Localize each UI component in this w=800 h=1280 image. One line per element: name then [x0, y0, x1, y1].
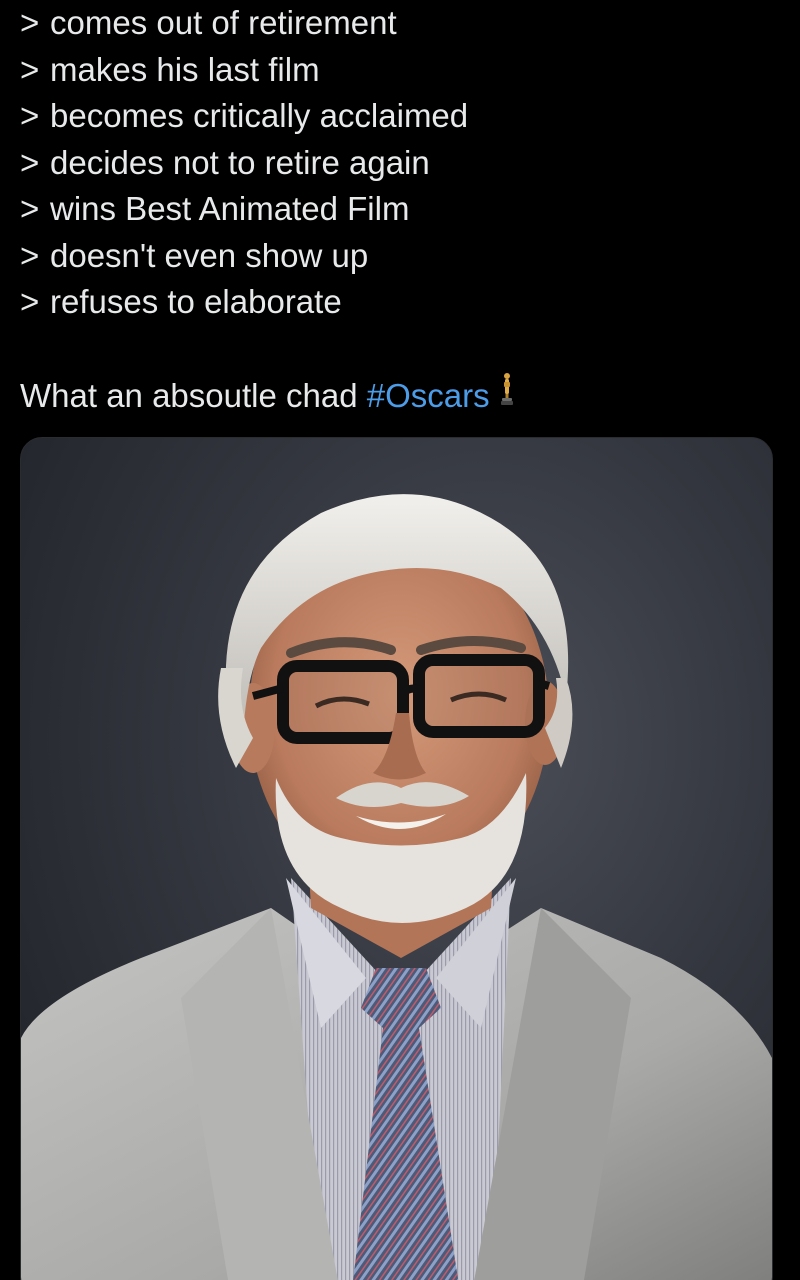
greentext-line: > decides not to retire again — [20, 140, 780, 187]
greentext-prefix: > — [20, 97, 40, 134]
greentext-line: > wins Best Animated Film — [20, 186, 780, 233]
portrait-photo — [21, 494, 772, 1280]
hashtag-link[interactable]: #Oscars — [367, 377, 490, 414]
oscar-statuette-icon — [500, 372, 514, 417]
greentext-text: becomes critically acclaimed — [50, 97, 469, 134]
caption-text: What an absoutle chad — [20, 377, 358, 414]
tweet-text: > comes out of retirement > makes his last… — [20, 0, 780, 326]
greentext-line: > becomes critically acclaimed — [20, 93, 780, 140]
tweet-caption: What an absoutle chad #Oscars — [20, 372, 514, 421]
greentext-text: decides not to retire again — [50, 143, 430, 181]
greentext-text: makes his last film — [50, 50, 320, 88]
greentext-prefix: > — [20, 190, 40, 227]
greentext-prefix: > — [20, 283, 40, 320]
greentext-prefix: > — [20, 4, 40, 41]
greentext-line: > refuses to elaborate — [20, 279, 780, 326]
greentext-line: > comes out of retirement — [20, 0, 780, 47]
greentext-text: refuses to elaborate — [50, 283, 342, 320]
greentext-prefix: > — [20, 236, 40, 274]
greentext-text: doesn't even show up — [50, 236, 369, 274]
greentext-text: comes out of retirement — [50, 4, 397, 41]
greentext-prefix: > — [20, 143, 40, 181]
greentext-line: > doesn't even show up — [20, 233, 780, 280]
greentext-text: wins Best Animated Film — [50, 190, 410, 227]
greentext-line: > makes his last film — [20, 47, 780, 94]
greentext-prefix: > — [20, 50, 40, 88]
tweet-photo[interactable] — [20, 437, 773, 1280]
